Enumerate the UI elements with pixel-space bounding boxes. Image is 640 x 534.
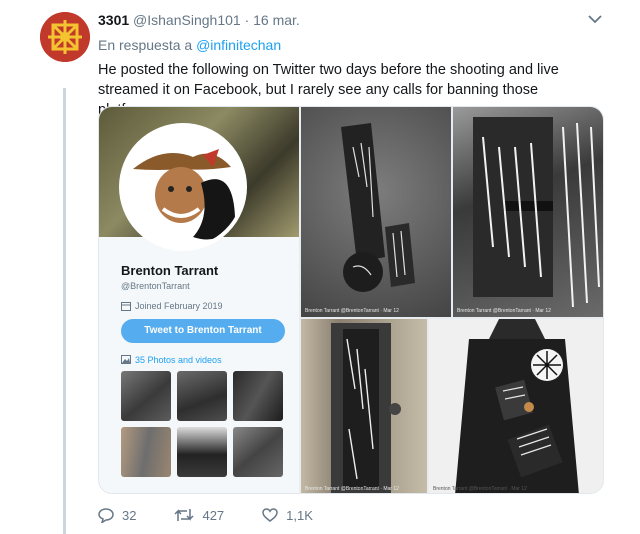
photo-magazine[interactable]: Brenton Tarrant @BrentonTarrant · Mar 12 — [301, 107, 451, 317]
photo-caption: Brenton Tarrant @BrentonTarrant · Mar 12 — [433, 486, 527, 492]
chevron-down-icon[interactable] — [588, 14, 602, 24]
tweet-date[interactable]: 16 mar. — [253, 12, 300, 28]
tweet-actions: 32 427 1,1K — [98, 507, 351, 523]
reply-button[interactable]: 32 — [98, 507, 136, 523]
photo-rifle[interactable]: Brenton Tarrant @BrentonTarrant · Mar 12 — [301, 319, 427, 493]
media-grid[interactable]: Brenton Tarrant @BrentonTarrant Joined F… — [98, 106, 604, 494]
user-handle[interactable]: @IshanSingh101 — [133, 12, 241, 28]
cartoon-avatar-icon — [133, 149, 235, 240]
calendar-icon — [121, 302, 131, 311]
reply-context: En respuesta a @infinitechan — [98, 37, 281, 53]
photo-vest[interactable]: Brenton Tarrant @BrentonTarrant · Mar 12 — [429, 319, 603, 493]
vest-illustration — [455, 319, 579, 493]
photo-thumbnail — [177, 371, 227, 421]
like-icon — [262, 508, 278, 522]
retweet-button[interactable]: 427 — [174, 507, 224, 523]
profile-joined: Joined February 2019 — [135, 301, 223, 311]
magazine-illustration — [341, 123, 415, 292]
gear-illustration — [473, 117, 600, 308]
tweet-to-button: Tweet to Brenton Tarrant — [121, 319, 285, 343]
reply-prefix: En respuesta a — [98, 37, 193, 53]
reply-count: 32 — [122, 507, 137, 523]
like-button[interactable]: 1,1K — [262, 507, 313, 523]
rifle-illustration — [331, 323, 401, 493]
photo-thumbnail — [233, 371, 283, 421]
photo-thumbnail — [233, 427, 283, 477]
photo-caption: Brenton Tarrant @BrentonTarrant · Mar 12 — [305, 486, 399, 492]
photos-videos-label: 35 Photos and videos — [135, 355, 222, 365]
profile-handle: @BrentonTarrant — [121, 281, 190, 291]
tweet-header: 3301 @IshanSingh101 · 16 mar. — [98, 12, 300, 28]
profile-name: Brenton Tarrant — [121, 263, 219, 278]
reply-icon — [98, 508, 114, 523]
retweet-count: 427 — [202, 507, 225, 523]
avatar[interactable] — [40, 12, 90, 62]
reply-to-link[interactable]: @infinitechan — [196, 37, 281, 53]
avatar-emblem — [40, 12, 90, 62]
profile-screenshot[interactable]: Brenton Tarrant @BrentonTarrant Joined F… — [99, 107, 299, 493]
photo-caption: Brenton Tarrant @BrentonTarrant · Mar 12 — [457, 308, 551, 314]
photo-caption: Brenton Tarrant @BrentonTarrant · Mar 12 — [305, 308, 399, 314]
photo-thumbnail — [121, 427, 171, 477]
photo-handwritten-gear[interactable]: Brenton Tarrant @BrentonTarrant · Mar 12 — [453, 107, 603, 317]
photo-thumbnail — [177, 427, 227, 477]
like-count: 1,1K — [286, 507, 313, 523]
photo-thumbnail — [121, 371, 171, 421]
thread-line — [63, 88, 66, 534]
retweet-icon — [174, 509, 194, 521]
display-name[interactable]: 3301 — [98, 12, 129, 28]
separator-dot: · — [244, 12, 250, 28]
profile-avatar — [119, 123, 247, 251]
image-icon — [121, 355, 131, 364]
